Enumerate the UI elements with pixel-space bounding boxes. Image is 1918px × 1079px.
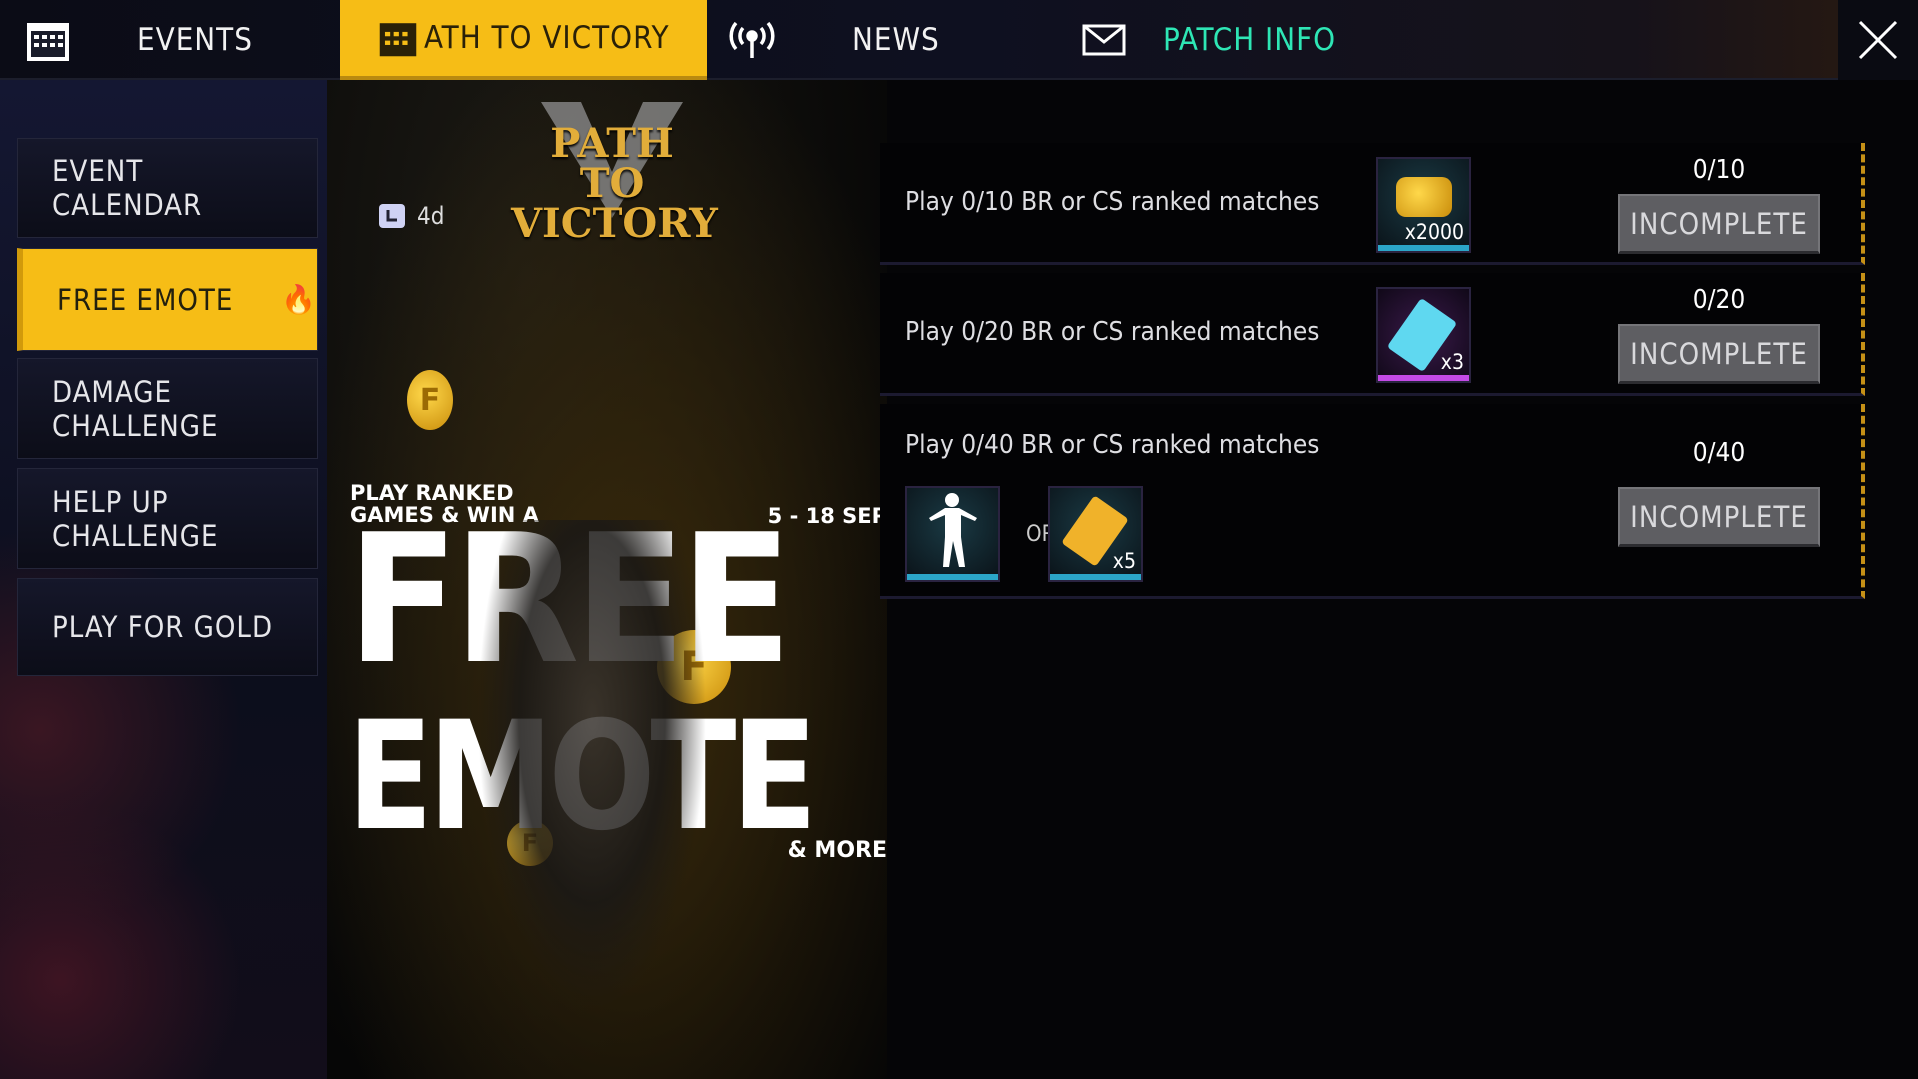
broadcast-icon: [729, 21, 775, 58]
timer-text: 4d: [417, 202, 445, 230]
close-icon: [1858, 20, 1898, 60]
timer: 4d: [379, 202, 444, 230]
sidebar-item-event-calendar[interactable]: EVENT CALENDAR: [17, 138, 318, 238]
reward-qty: x3: [1440, 350, 1464, 374]
mission-card: Play 0/10 BR or CS ranked matches x2000 …: [880, 143, 1865, 265]
reward-cyan-ticket[interactable]: x3: [1376, 287, 1471, 383]
mail-icon: [1082, 24, 1126, 56]
reward-qty: x5: [1112, 549, 1136, 573]
path-to-victory-logo: PATH TO VICTORY: [511, 98, 718, 244]
mission-progress: 0/10: [1692, 155, 1746, 185]
sidebar-item-label: FREE EMOTE: [57, 282, 234, 317]
event-banner: PATH TO VICTORY 4d F F F PLAY RANKED GAM…: [327, 80, 887, 1079]
sidebar-item-play-for-gold[interactable]: PLAY FOR GOLD: [17, 578, 318, 676]
reward-gold-coins[interactable]: x2000: [1376, 157, 1471, 253]
tab-label: ATH TO VICTORY: [424, 20, 670, 56]
tab-path-to-victory[interactable]: ATH TO VICTORY: [340, 0, 707, 80]
incomplete-button[interactable]: INCOMPLETE: [1618, 487, 1820, 547]
incomplete-button[interactable]: INCOMPLETE: [1618, 194, 1820, 254]
character-image: [477, 520, 707, 1010]
incomplete-button[interactable]: INCOMPLETE: [1618, 324, 1820, 384]
gold-pile-icon: [1396, 177, 1452, 217]
tab-label: EVENTS: [137, 22, 253, 58]
mission-progress: 0/40: [1692, 438, 1746, 468]
tab-label: PATCH INFO: [1163, 22, 1337, 58]
top-nav-bar: EVENTS ATH TO VICTORY NEWS PATCH INFO: [0, 0, 1918, 80]
reward-gold-ticket[interactable]: x5: [1048, 486, 1143, 582]
calendar-icon: [27, 23, 69, 61]
mission-text: Play 0/10 BR or CS ranked matches: [905, 187, 1320, 217]
emote-silhouette-icon: [929, 493, 977, 567]
reward-qty: x2000: [1404, 220, 1464, 244]
reward-emote[interactable]: [905, 486, 1000, 582]
sidebar-item-damage-challenge[interactable]: DAMAGE CHALLENGE: [17, 358, 318, 459]
coin-icon: F: [407, 370, 453, 430]
tab-patch-info[interactable]: PATCH INFO: [1082, 0, 1336, 80]
sidebar-item-free-emote[interactable]: FREE EMOTE 🔥: [17, 248, 318, 351]
calendar-icon: [379, 23, 417, 57]
mission-progress: 0/20: [1692, 285, 1746, 315]
sidebar-item-help-up-challenge[interactable]: HELP UP CHALLENGE: [17, 468, 318, 569]
tab-events[interactable]: EVENTS: [25, 0, 253, 80]
sidebar: EVENT CALENDAR FREE EMOTE 🔥 DAMAGE CHALL…: [0, 80, 327, 1079]
banner-more: & MORE: [787, 838, 887, 863]
mission-card: Play 0/20 BR or CS ranked matches x3 0/2…: [880, 273, 1865, 396]
mission-text: Play 0/20 BR or CS ranked matches: [905, 317, 1320, 347]
flame-badge-icon: 🔥: [281, 283, 317, 316]
clock-icon: [379, 204, 405, 228]
mission-card: Play 0/40 BR or CS ranked matches OR x5 …: [880, 404, 1865, 599]
tab-news[interactable]: NEWS: [728, 0, 940, 80]
mission-text: Play 0/40 BR or CS ranked matches: [905, 430, 1320, 460]
tab-label: NEWS: [852, 22, 940, 58]
close-button[interactable]: [1838, 0, 1918, 80]
